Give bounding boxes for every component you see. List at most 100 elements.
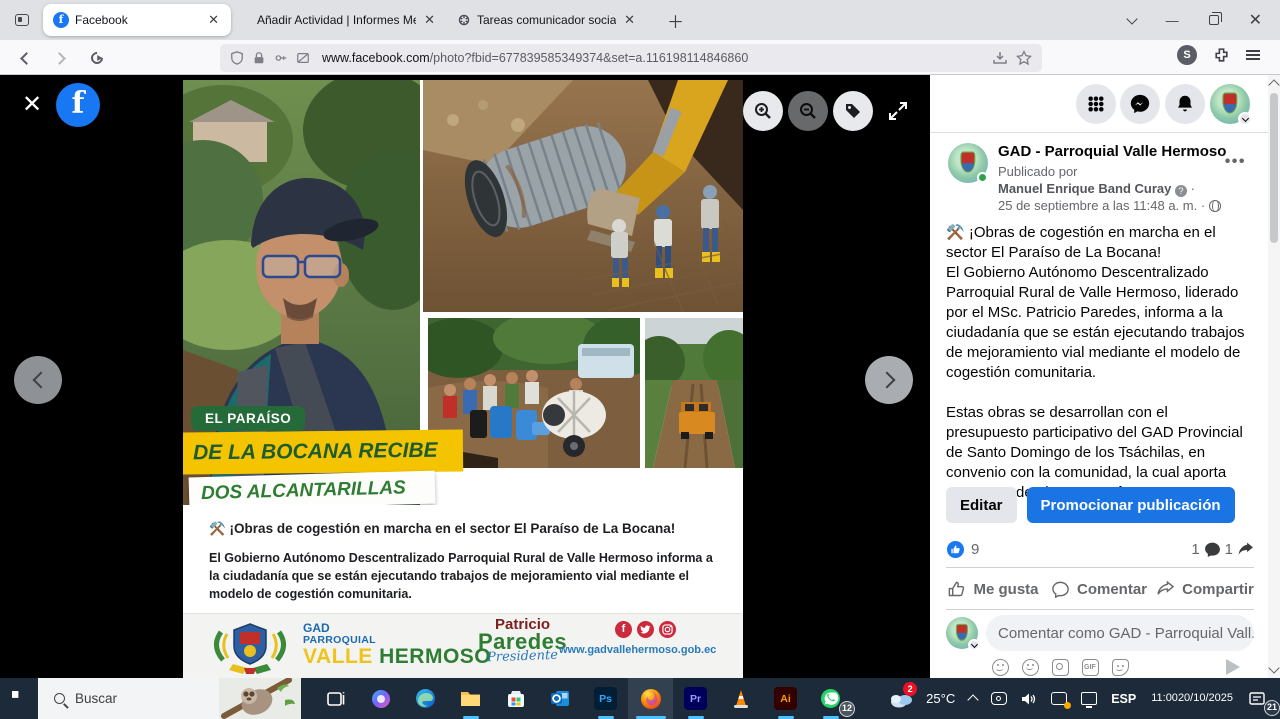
composer-avatar[interactable] bbox=[946, 617, 978, 649]
taskview-button[interactable] bbox=[313, 678, 358, 719]
page-avatar[interactable] bbox=[948, 143, 988, 183]
photoshop-button[interactable]: Ps bbox=[583, 678, 628, 719]
tab-close-icon[interactable]: ✕ bbox=[422, 12, 437, 28]
whatsapp-button[interactable]: 12 bbox=[808, 678, 853, 719]
scroll-up-icon[interactable] bbox=[1268, 79, 1279, 90]
forward-button[interactable] bbox=[48, 45, 74, 71]
lock-icon[interactable] bbox=[252, 51, 266, 65]
url-text[interactable]: www.facebook.com/photo?fbid=677839585349… bbox=[322, 51, 984, 65]
save-page-icon[interactable] bbox=[992, 50, 1008, 66]
page-scrollbar[interactable] bbox=[1268, 75, 1280, 678]
permissions-icon[interactable] bbox=[274, 51, 288, 65]
firefox-view-icon bbox=[15, 14, 29, 26]
copilot-button[interactable] bbox=[358, 678, 403, 719]
start-button[interactable] bbox=[0, 678, 38, 719]
emoji-icon[interactable] bbox=[1022, 659, 1039, 676]
restore-button[interactable] bbox=[1209, 15, 1219, 25]
weather-widget[interactable]: 2 bbox=[882, 678, 917, 719]
illustrator-button[interactable]: Ai bbox=[763, 678, 808, 719]
reload-button[interactable] bbox=[84, 45, 110, 71]
minimize-button[interactable]: — bbox=[1166, 13, 1179, 28]
close-window-button[interactable]: ✕ bbox=[1249, 10, 1262, 30]
fullscreen-icon[interactable] bbox=[886, 99, 910, 123]
composer-avatar-chevron-icon bbox=[968, 639, 980, 651]
tab-facebook[interactable]: f Facebook ✕ bbox=[43, 4, 231, 36]
gif-icon[interactable]: GIF bbox=[1082, 659, 1099, 676]
firefox-view-button[interactable] bbox=[9, 7, 35, 33]
tray-overflow-button[interactable] bbox=[962, 678, 984, 719]
notifications-button[interactable] bbox=[1165, 84, 1205, 124]
page-name[interactable]: GAD - Parroquial Valle Hermoso bbox=[998, 143, 1238, 160]
menu-grid-button[interactable] bbox=[1076, 84, 1116, 124]
share-button[interactable]: Compartir bbox=[1152, 572, 1258, 606]
meet-now-button[interactable] bbox=[984, 678, 1014, 719]
new-tab-button[interactable]: ＋ bbox=[661, 8, 690, 33]
edge-button[interactable] bbox=[403, 678, 448, 719]
scroll-down-icon[interactable] bbox=[1268, 662, 1279, 673]
previous-photo-button[interactable] bbox=[14, 356, 62, 404]
help-icon[interactable]: ? bbox=[1175, 185, 1187, 197]
meta-dot: · bbox=[1191, 181, 1195, 196]
url-bar[interactable]: www.facebook.com/photo?fbid=677839585349… bbox=[220, 44, 1042, 72]
volume-button[interactable] bbox=[1014, 678, 1044, 719]
premiere-button[interactable]: Pr bbox=[673, 678, 718, 719]
browser-toolbar: www.facebook.com/photo?fbid=677839585349… bbox=[0, 40, 1280, 75]
temperature[interactable]: 25°C bbox=[919, 678, 962, 719]
avatar-sticker-icon[interactable] bbox=[992, 659, 1009, 676]
zoom-out-button[interactable] bbox=[788, 91, 828, 131]
road-photo bbox=[645, 318, 743, 468]
search-highlight-image[interactable] bbox=[219, 678, 301, 719]
clock[interactable]: 11:00 20/10/2025 bbox=[1143, 678, 1241, 719]
cast-status-button[interactable] bbox=[1044, 678, 1074, 719]
like-reaction-icon[interactable] bbox=[946, 540, 965, 559]
author-name[interactable]: Manuel Enrique Band Curay bbox=[998, 181, 1171, 196]
gad-word-gad: GAD bbox=[303, 622, 491, 635]
like-count[interactable]: 9 bbox=[971, 541, 979, 558]
back-button[interactable] bbox=[12, 45, 38, 71]
facebook-logo[interactable]: f bbox=[56, 83, 100, 127]
comment-button[interactable]: Comentar bbox=[1046, 572, 1152, 606]
photo-collage[interactable]: EL PARAÍSO DE LA BOCANA RECIBE DOS ALCAN… bbox=[183, 80, 743, 678]
flyer-footer: GAD PARROQUIAL VALLE HERMOSO Patricio Pa… bbox=[183, 613, 743, 678]
outlook-button[interactable] bbox=[538, 678, 583, 719]
zoom-in-button[interactable] bbox=[743, 91, 783, 131]
notification-center-button[interactable]: 21 bbox=[1241, 678, 1280, 719]
network-button[interactable] bbox=[1074, 678, 1104, 719]
scrollbar-thumb[interactable] bbox=[1270, 93, 1278, 243]
taskbar-search[interactable]: Buscar bbox=[38, 678, 301, 719]
sticker-icon[interactable] bbox=[1112, 659, 1129, 676]
blocked-media-icon[interactable] bbox=[296, 51, 310, 65]
bookmark-star-icon[interactable] bbox=[1016, 50, 1032, 66]
gad-crest-logo bbox=[203, 618, 298, 674]
account-s-icon[interactable]: S bbox=[1177, 45, 1197, 65]
extensions-puzzle-icon[interactable] bbox=[1213, 47, 1230, 64]
post-timestamp[interactable]: 25 de septiembre a las 11:48 a. m. · bbox=[998, 198, 1205, 213]
promote-button[interactable]: Promocionar publicación bbox=[1027, 487, 1235, 523]
close-photo-icon[interactable]: ✕ bbox=[22, 93, 42, 117]
like-button[interactable]: Me gusta bbox=[940, 572, 1046, 606]
next-photo-button[interactable] bbox=[865, 356, 913, 404]
camera-icon[interactable] bbox=[1052, 659, 1069, 676]
send-comment-icon[interactable] bbox=[1226, 659, 1240, 675]
comment-share-counts[interactable]: 1 1 bbox=[1191, 541, 1254, 558]
account-avatar[interactable] bbox=[1210, 84, 1250, 124]
flyer-caption-title: ⚒️ ¡Obras de cogestión en marcha en el s… bbox=[209, 521, 713, 537]
firefox-button[interactable] bbox=[628, 678, 673, 719]
comment-input[interactable]: Comentar como GAD - Parroquial Vall... bbox=[986, 615, 1254, 651]
menu-icon[interactable] bbox=[1246, 50, 1260, 60]
file-explorer-button[interactable] bbox=[448, 678, 493, 719]
tab-close-icon[interactable]: ✕ bbox=[622, 12, 637, 28]
tag-button[interactable] bbox=[833, 91, 873, 131]
tab-informes[interactable]: Añadir Actividad | Informes Mensua ✕ bbox=[247, 4, 447, 36]
tab-list-chevron-icon[interactable] bbox=[1126, 13, 1137, 24]
facebook-topbar bbox=[930, 75, 1268, 133]
language-indicator[interactable]: ESP bbox=[1104, 678, 1143, 719]
post-options-icon[interactable]: ••• bbox=[1225, 153, 1246, 171]
tab-tareas[interactable]: Tareas comunicador social GAD ✕ bbox=[447, 4, 647, 36]
vlc-button[interactable] bbox=[718, 678, 763, 719]
messenger-button[interactable] bbox=[1120, 84, 1160, 124]
microsoft-store-button[interactable] bbox=[493, 678, 538, 719]
edit-button[interactable]: Editar bbox=[946, 487, 1017, 523]
shield-icon[interactable] bbox=[230, 51, 244, 65]
tab-close-icon[interactable]: ✕ bbox=[206, 12, 221, 28]
